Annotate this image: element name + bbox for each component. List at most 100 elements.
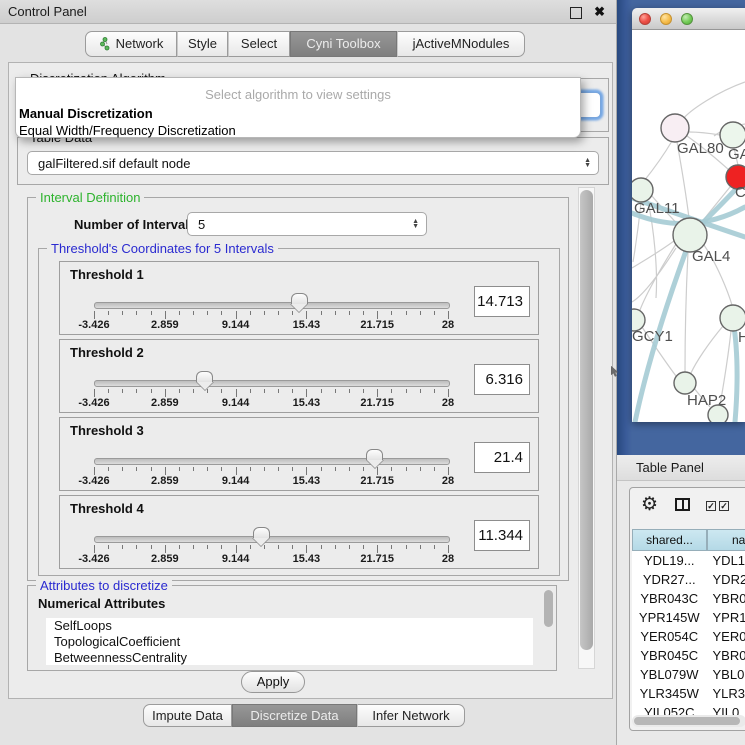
threshold-label: Threshold 1 (70, 267, 144, 282)
threshold-label: Threshold 3 (70, 423, 144, 438)
slider-thumb[interactable] (291, 293, 308, 304)
float-window-icon[interactable] (570, 7, 582, 19)
cell-shared-name: YLR345W (632, 684, 707, 703)
table-row[interactable]: YLR345WYLR3 (632, 684, 745, 703)
network-node-gal80[interactable] (661, 114, 689, 142)
number-of-intervals-combo[interactable]: 5 ▲▼ (187, 212, 427, 236)
table-row[interactable]: YER054CYER0 (632, 627, 745, 646)
zoom-traffic-light-icon[interactable] (681, 13, 693, 25)
edge (685, 252, 688, 372)
close-icon[interactable]: ✖ (594, 4, 605, 20)
tab-infer-network[interactable]: Infer Network (357, 704, 465, 727)
attribute-item-topologicalcoefficient[interactable]: TopologicalCoefficient (46, 634, 533, 650)
network-node[interactable] (708, 405, 728, 422)
tab-label: Network (116, 32, 164, 56)
slider-ticks (94, 467, 448, 475)
gear-icon[interactable]: ⚙ (641, 493, 658, 516)
threshold-value-field[interactable]: 21.4 (474, 442, 530, 473)
network-canvas[interactable]: GAL80GACGAL11GAL4GCY1HHAP2 (632, 30, 745, 422)
slider-thumb[interactable] (196, 371, 213, 382)
network-graph: GAL80GACGAL11GAL4GCY1HHAP2 (632, 30, 745, 422)
attributes-scrollbar-thumb[interactable] (544, 590, 553, 627)
window-title: Control Panel (8, 4, 87, 19)
network-window-titlebar[interactable] (632, 8, 745, 30)
node-label: GAL4 (692, 248, 730, 265)
top-tabbar: Network Style Select Cyni ToolboxjActiveMNo… (85, 31, 525, 57)
table-hscrollbar-thumb[interactable] (634, 717, 740, 725)
network-node-h[interactable] (720, 305, 745, 331)
screen: Control Panel ✖ Network Style Select Cyni T… (0, 0, 745, 745)
tab-style[interactable]: Style (177, 31, 228, 57)
column-header-name[interactable]: name (707, 529, 745, 551)
table-header-row: shared... name (632, 529, 745, 551)
checkbox-icon[interactable]: ✓ (719, 501, 729, 511)
tab-cyni-toolbox[interactable]: Cyni Toolbox (290, 31, 397, 57)
number-of-intervals-value: 5 (188, 217, 205, 232)
tab-select[interactable]: Select (228, 31, 290, 57)
tab-impute-data[interactable]: Impute Data (143, 704, 232, 727)
table-row[interactable]: YBR043CYBR0 (632, 589, 745, 608)
slider-track[interactable] (94, 536, 450, 543)
table-row[interactable]: YBL079WYBL0 (632, 665, 745, 684)
apply-button[interactable]: Apply (241, 671, 305, 693)
columns-icon[interactable] (675, 498, 690, 511)
cell-shared-name: YDL19... (632, 551, 707, 570)
close-traffic-light-icon[interactable] (639, 13, 651, 25)
table-row[interactable]: YDR27...YDR2 (632, 570, 745, 589)
node-label: H (738, 329, 745, 346)
node-label: GAL11 (634, 200, 680, 217)
slider-track[interactable] (94, 302, 450, 309)
table-toolbar: ⚙ ✓ ✓ (630, 488, 745, 528)
checkbox-icon[interactable]: ✓ (706, 501, 716, 511)
attribute-item-betweennesscentrality[interactable]: BetweennessCentrality (46, 650, 533, 665)
slider-track[interactable] (94, 380, 450, 387)
cell-shared-name: YBR045C (632, 646, 707, 665)
node-label: C (735, 184, 745, 201)
threshold-value-field[interactable]: 14.713 (474, 286, 530, 317)
control-panel-window: Control Panel ✖ Network Style Select Cyni T… (0, 0, 617, 745)
number-of-intervals-label: Number of Intervals (74, 217, 196, 232)
tab-jactivemnodules[interactable]: jActiveMNodules (397, 31, 525, 57)
tab-network[interactable]: Network (85, 31, 177, 57)
heavy-edge (733, 320, 737, 422)
table-panel-title: Table Panel (636, 460, 704, 475)
network-node-gal11[interactable] (632, 178, 653, 202)
main-scrollbar-thumb[interactable] (580, 190, 593, 650)
bottom-tabbar: Impute DataDiscretize DataInfer Network (143, 704, 465, 727)
cell-name: YLR3 (707, 684, 745, 703)
table-row[interactable]: YPR145WYPR1 (632, 608, 745, 627)
combo-arrows-icon: ▲▼ (584, 158, 598, 168)
cell-shared-name: YPR145W (632, 608, 707, 627)
slider-thumb[interactable] (253, 527, 270, 538)
cell-shared-name: YBR043C (632, 589, 707, 608)
network-node-hap2[interactable] (674, 372, 696, 394)
group-title-attributes: Attributes to discretize (36, 578, 172, 593)
tab-discretize-data[interactable]: Discretize Data (232, 704, 357, 727)
slider-track[interactable] (94, 458, 450, 465)
popup-item-manual-discretization[interactable]: Manual Discretization (16, 105, 580, 122)
threshold-value-field[interactable]: 6.316 (474, 364, 530, 395)
slider-ticks (94, 389, 448, 397)
node-label: GAL80 (677, 140, 724, 157)
tab-label: Select (241, 32, 277, 56)
slider-thumb[interactable] (366, 449, 383, 460)
interval-definition-group: Interval Definition Number of Intervals … (27, 197, 569, 581)
attribute-item-selfloops[interactable]: SelfLoops (46, 618, 533, 634)
table-row[interactable]: YDL19...YDL1 (632, 551, 745, 570)
table-data-combo[interactable]: galFiltered.sif default node ▲▼ (27, 151, 599, 175)
cyni-toolbox-panel: Discretization Algorithm Select algorith… (8, 62, 613, 699)
table-horizontal-scrollbar[interactable] (632, 715, 745, 727)
column-header-shared-name[interactable]: shared... (632, 529, 707, 551)
cell-name: YER0 (707, 627, 745, 646)
network-node-ga[interactable] (720, 122, 745, 148)
table-row[interactable]: YBR045CYBR0 (632, 646, 745, 665)
minimize-traffic-light-icon[interactable] (660, 13, 672, 25)
network-node-gal4[interactable] (673, 218, 707, 252)
threshold-panel-3: Threshold 3-3.4262.8599.14415.4321.71528… (59, 417, 539, 491)
popup-item-equal-width-frequency[interactable]: Equal Width/Frequency Discretization (16, 122, 580, 139)
threshold-value-field[interactable]: 11.344 (474, 520, 530, 551)
table-rows: YDL19...YDL1YDR27...YDR2YBR043CYBR0YPR14… (632, 551, 745, 722)
table-data-combo-value: galFiltered.sif default node (28, 156, 190, 171)
popup-hint-item[interactable]: Select algorithm to view settings (16, 84, 580, 105)
main-scrollbar[interactable] (578, 187, 595, 669)
